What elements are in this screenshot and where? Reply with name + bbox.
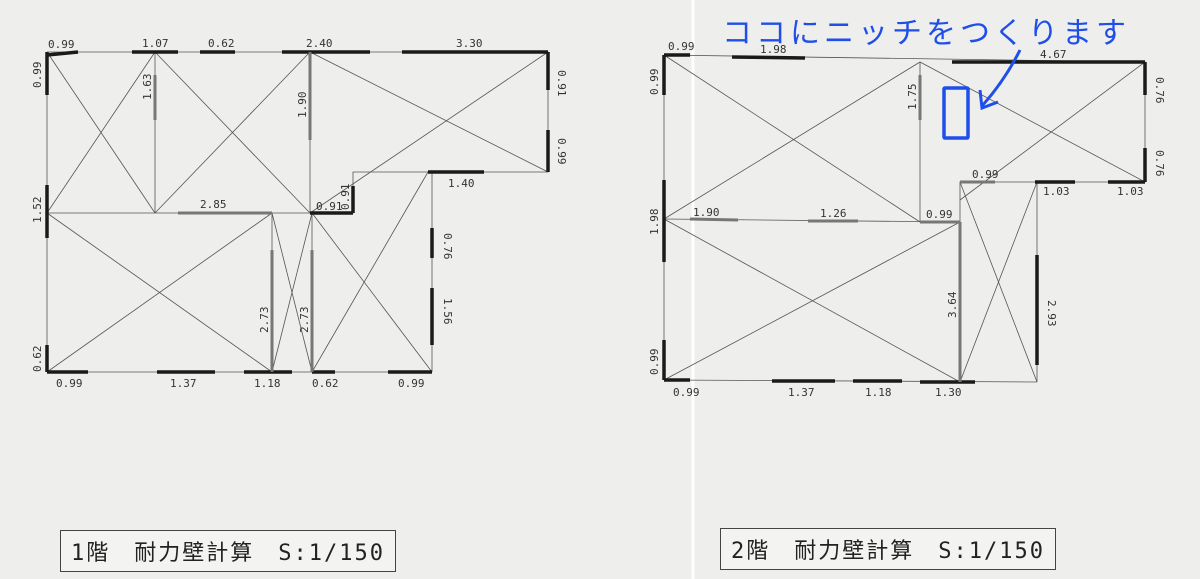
dim-label: 1.07: [142, 37, 169, 50]
dim-label: 0.91: [555, 70, 568, 97]
dim-label: 1.90: [296, 92, 309, 119]
dim-label: 0.76: [441, 233, 454, 260]
dim-label: 0.76: [1153, 150, 1166, 177]
dim-label: 0.99: [31, 62, 44, 89]
annotation-arrow: [980, 49, 1022, 107]
dim-label: 0.99: [926, 208, 953, 221]
dim-label: 2.73: [258, 307, 271, 334]
dim-label: 0.99: [673, 386, 700, 399]
dim-label: 2.93: [1045, 300, 1058, 327]
dim-label: 1.03: [1117, 185, 1144, 198]
floor1-dimension-labels: 0.99 1.07 0.62 2.40 3.30 0.99 1.63 1.90 …: [31, 37, 568, 390]
dim-label: 1.18: [254, 377, 281, 390]
dim-label: 1.90: [693, 206, 720, 219]
dim-label: 0.91: [339, 184, 352, 211]
dim-label: 2.85: [200, 198, 227, 211]
floor1-plan: 0.99 1.07 0.62 2.40 3.30 0.99 1.63 1.90 …: [31, 37, 568, 390]
dim-label: 0.76: [1153, 77, 1166, 104]
dim-label: 0.99: [972, 168, 999, 181]
floor-plans: 0.99 1.07 0.62 2.40 3.30 0.99 1.63 1.90 …: [31, 0, 1166, 579]
dim-label: 0.62: [208, 37, 235, 50]
dim-label: 1.18: [865, 386, 892, 399]
floor-plan-photo: 0.99 1.07 0.62 2.40 3.30 0.99 1.63 1.90 …: [0, 0, 1200, 579]
floor2-caption: 2階 耐力壁計算 S:1/150: [720, 528, 1056, 570]
dim-label: 1.75: [906, 84, 919, 111]
dim-label: 0.99: [56, 377, 83, 390]
floor2-plan: 0.99 1.98 4.67 0.99 0.76 1.75 0.99 0.76 …: [648, 40, 1166, 399]
dim-label: 1.98: [648, 209, 661, 236]
dim-label: 0.62: [31, 346, 44, 373]
dim-label: 1.26: [820, 207, 847, 220]
dim-label: 0.99: [648, 349, 661, 376]
dim-label: 1.40: [448, 177, 475, 190]
dim-label: 0.99: [398, 377, 425, 390]
dim-label: 1.37: [170, 377, 197, 390]
dim-label: 3.30: [456, 37, 483, 50]
dim-label: 0.99: [648, 69, 661, 96]
dim-label: 2.40: [306, 37, 333, 50]
dim-label: 2.73: [298, 307, 311, 334]
dim-label: 1.63: [141, 74, 154, 101]
dim-label: 0.62: [312, 377, 339, 390]
dim-label: 1.03: [1043, 185, 1070, 198]
niche-annotation-text: ココにニッチをつくります: [722, 16, 1130, 51]
dim-label: 0.99: [555, 138, 568, 165]
dim-label: 3.64: [946, 291, 959, 318]
dim-label: 1.37: [788, 386, 815, 399]
floor1-caption: 1階 耐力壁計算 S:1/150: [60, 530, 396, 572]
niche-marker: [942, 86, 970, 140]
dim-label: 1.30: [935, 386, 962, 399]
dim-label: 0.99: [48, 38, 75, 51]
dim-label: 0.99: [668, 40, 695, 53]
dim-label: 1.56: [441, 298, 454, 325]
dim-label: 1.52: [31, 197, 44, 224]
